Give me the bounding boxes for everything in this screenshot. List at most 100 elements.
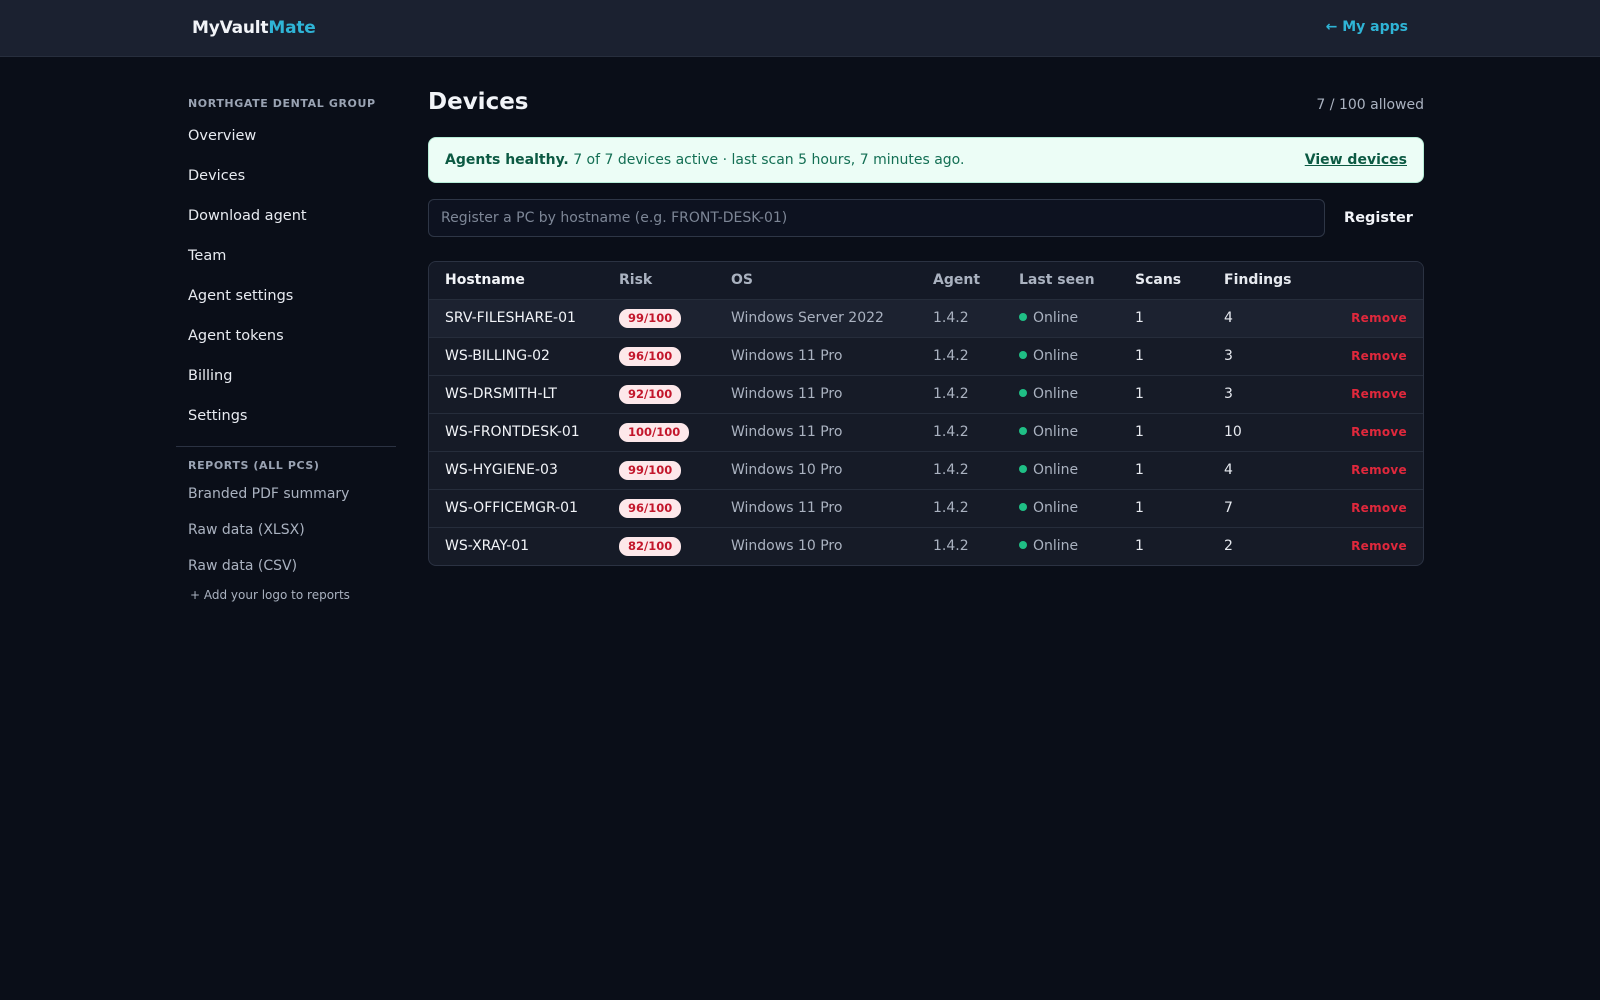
risk-badge: 92/100 [619, 384, 682, 404]
last-seen-text: Online [1033, 424, 1079, 440]
remove-device-button[interactable]: Remove [1351, 349, 1407, 363]
finding-count: 7 [1224, 488, 1314, 527]
agent-version: 1.4.2 [933, 374, 1019, 413]
last-seen: Online [1019, 488, 1135, 527]
device-hostname: WS-OFFICEMGR-01 [429, 488, 619, 527]
last-seen-text: Online [1033, 500, 1079, 516]
last-seen-text: Online [1033, 386, 1079, 402]
finding-count: 3 [1224, 374, 1314, 413]
table-row[interactable]: WS-FRONTDESK-01 100/100 Windows 11 Pro 1… [429, 412, 1423, 451]
sidebar-item-settings[interactable]: Settings [176, 396, 396, 436]
last-seen: Online [1019, 526, 1135, 565]
remove-device-button[interactable]: Remove [1351, 311, 1407, 325]
scan-count: 1 [1135, 450, 1224, 489]
device-os: Windows 10 Pro [731, 450, 933, 489]
online-status-dot [1019, 503, 1027, 511]
device-os: Windows 10 Pro [731, 526, 933, 565]
scan-count: 1 [1135, 374, 1224, 413]
finding-count: 4 [1224, 298, 1314, 337]
top-bar: MyVaultMate ← My apps [0, 0, 1600, 57]
column-header-agent[interactable]: Agent [933, 262, 1019, 299]
table-header-row: Hostname Risk OS Agent Last seen Scans F… [429, 262, 1423, 299]
report-pdf-link[interactable]: Branded PDF summary [176, 476, 396, 512]
column-header-actions [1314, 262, 1423, 299]
sidebar-item-overview[interactable]: Overview [176, 116, 396, 156]
device-os: Windows Server 2022 [731, 298, 933, 337]
finding-count: 4 [1224, 450, 1314, 489]
scan-count: 1 [1135, 298, 1224, 337]
risk-badge: 99/100 [619, 460, 682, 480]
last-seen: Online [1019, 336, 1135, 375]
column-header-hostname[interactable]: Hostname [429, 262, 619, 299]
online-status-dot [1019, 427, 1027, 435]
remove-device-button[interactable]: Remove [1351, 501, 1407, 515]
device-os: Windows 11 Pro [731, 374, 933, 413]
scan-count: 1 [1135, 412, 1224, 451]
finding-count: 3 [1224, 336, 1314, 375]
online-status-dot [1019, 351, 1027, 359]
agent-version: 1.4.2 [933, 298, 1019, 337]
finding-count: 2 [1224, 526, 1314, 565]
remove-device-button[interactable]: Remove [1351, 387, 1407, 401]
add-logo-link[interactable]: + Add your logo to reports [176, 588, 396, 602]
finding-count: 10 [1224, 412, 1314, 451]
sidebar-item-agent-settings[interactable]: Agent settings [176, 276, 396, 316]
risk-badge: 100/100 [619, 422, 690, 442]
my-apps-link[interactable]: ← My apps [1326, 19, 1408, 35]
org-name: NORTHGATE DENTAL GROUP [188, 97, 376, 110]
online-status-dot [1019, 313, 1027, 321]
sidebar-item-download-agent[interactable]: Download agent [176, 196, 396, 236]
register-button[interactable]: Register [1333, 199, 1424, 237]
table-row[interactable]: WS-HYGIENE-03 99/100 Windows 10 Pro 1.4.… [429, 450, 1423, 489]
agent-version: 1.4.2 [933, 526, 1019, 565]
scan-count: 1 [1135, 526, 1224, 565]
risk-badge: 96/100 [619, 346, 682, 366]
last-seen: Online [1019, 450, 1135, 489]
last-seen: Online [1019, 298, 1135, 337]
online-status-dot [1019, 541, 1027, 550]
column-header-risk[interactable]: Risk [619, 262, 731, 299]
scan-count: 1 [1135, 488, 1224, 527]
device-hostname: WS-DRSMITH-LT [429, 374, 619, 413]
table-row[interactable]: WS-BILLING-02 96/100 Windows 11 Pro 1.4.… [429, 336, 1423, 375]
remove-device-button[interactable]: Remove [1351, 463, 1407, 477]
column-header-os[interactable]: OS [731, 262, 933, 299]
remove-device-button[interactable]: Remove [1351, 539, 1407, 553]
last-seen: Online [1019, 412, 1135, 451]
sidebar-item-team[interactable]: Team [176, 236, 396, 276]
column-header-last-seen[interactable]: Last seen [1019, 262, 1135, 299]
reports-heading: REPORTS (ALL PCS) [188, 459, 320, 472]
main-content: Devices 7 / 100 allowed Agents healthy. … [428, 89, 1424, 566]
scan-count: 1 [1135, 336, 1224, 375]
table-row[interactable]: WS-DRSMITH-LT 92/100 Windows 11 Pro 1.4.… [429, 374, 1423, 413]
risk-badge: 82/100 [619, 536, 682, 556]
device-hostname: WS-XRAY-01 [429, 526, 619, 565]
last-seen-text: Online [1033, 348, 1079, 364]
device-hostname: WS-FRONTDESK-01 [429, 412, 619, 451]
brand-logo[interactable]: MyVaultMate [192, 18, 316, 38]
last-seen-text: Online [1033, 462, 1079, 478]
last-seen-text: Online [1033, 310, 1079, 326]
risk-badge: 96/100 [619, 498, 682, 518]
sidebar-item-agent-tokens[interactable]: Agent tokens [176, 316, 396, 356]
device-os: Windows 11 Pro [731, 336, 933, 375]
banner-strong: Agents healthy. [445, 152, 569, 168]
table-row[interactable]: SRV-FILESHARE-01 99/100 Windows Server 2… [429, 298, 1423, 337]
report-csv-link[interactable]: Raw data (CSV) [176, 548, 396, 584]
online-status-dot [1019, 389, 1027, 397]
column-header-findings[interactable]: Findings [1224, 262, 1314, 299]
agent-version: 1.4.2 [933, 450, 1019, 489]
view-devices-link[interactable]: View devices [1305, 152, 1407, 168]
sidebar-item-devices[interactable]: Devices [176, 156, 396, 196]
sidebar-nav: Overview Devices Download agent Team Age… [176, 116, 396, 436]
table-row[interactable]: WS-OFFICEMGR-01 96/100 Windows 11 Pro 1.… [429, 488, 1423, 527]
health-banner: Agents healthy. 7 of 7 devices active · … [428, 137, 1424, 183]
sidebar-item-billing[interactable]: Billing [176, 356, 396, 396]
column-header-scans[interactable]: Scans [1135, 262, 1224, 299]
banner-message: 7 of 7 devices active · last scan 5 hour… [573, 152, 965, 168]
last-seen: Online [1019, 374, 1135, 413]
register-hostname-input[interactable] [428, 199, 1325, 237]
table-row[interactable]: WS-XRAY-01 82/100 Windows 10 Pro 1.4.2 O… [429, 526, 1423, 565]
report-xlsx-link[interactable]: Raw data (XLSX) [176, 512, 396, 548]
remove-device-button[interactable]: Remove [1351, 425, 1407, 439]
